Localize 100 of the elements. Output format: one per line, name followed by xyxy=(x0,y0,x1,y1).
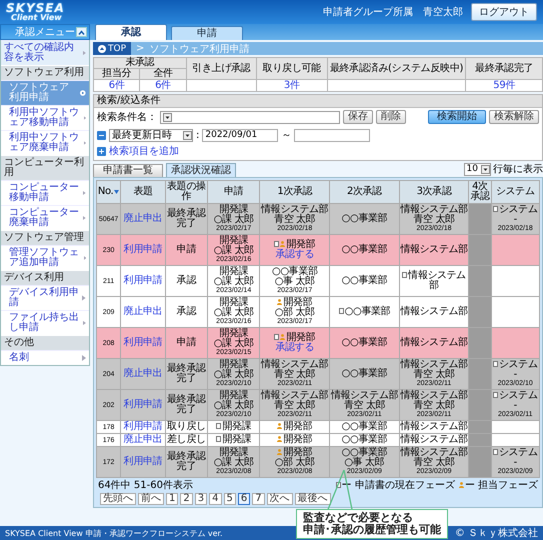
page-button[interactable]: 3 xyxy=(194,492,208,504)
status-text: 差し戻し xyxy=(167,435,206,445)
column-header: 4次承認 xyxy=(469,182,490,202)
menu-item[interactable]: すべての確認内容を表示 xyxy=(1,40,89,65)
approver-name: 青空 太郎 xyxy=(413,370,455,380)
product-name: SKYSEA Client View 申請・承認ワークフローシステム ver. xyxy=(5,528,223,538)
department-name: 開発課 xyxy=(219,359,248,370)
department-name: 情報システム部 xyxy=(400,306,468,317)
top-button[interactable]: TOP xyxy=(93,42,132,55)
approver-name: 青空 太郎 xyxy=(413,458,455,468)
approve-link[interactable]: 承認する xyxy=(276,250,314,260)
department-name: ○○事業部 xyxy=(342,447,388,458)
page-button[interactable]: 6 xyxy=(238,492,250,504)
column-header: システム xyxy=(496,187,534,197)
legend-label: ー 担当フェーズ xyxy=(464,478,538,492)
department-name: 情報システム部 xyxy=(400,447,468,458)
status-text: 最終承認完了 xyxy=(166,209,207,229)
menu-group-heading: その他 xyxy=(1,335,89,350)
approver-name: ○課 太郎 xyxy=(214,401,254,411)
approver-name: 青空 太郎 xyxy=(413,401,455,411)
page-size-label: 行毎に表示 xyxy=(493,162,543,176)
department-name: 情報システム部 xyxy=(400,337,468,348)
menu-group-heading: ソフトウェア利用 xyxy=(1,65,89,80)
add-filter-link[interactable]: 検索項目を追加 xyxy=(109,144,179,158)
column-header: 担当分 xyxy=(94,68,140,80)
approver-name: ○部 太郎 xyxy=(274,458,315,468)
department-name: ○○事業部 xyxy=(342,434,388,445)
column-header: 最終承認済み(システム反映中) xyxy=(327,58,466,80)
save-button[interactable]: 保存 xyxy=(343,110,373,124)
status-text: 申請 xyxy=(176,245,196,255)
copyright: © Ｓｋｙ株式会社 xyxy=(454,526,538,540)
last-page-button[interactable]: 最後へ xyxy=(294,492,331,504)
department-name: 情報システム部 xyxy=(400,204,468,215)
menu-item[interactable]: コンピューター移動申請 xyxy=(1,180,89,205)
search-button[interactable]: 検索開始 xyxy=(428,110,486,124)
status-text: 取り戻し xyxy=(167,422,206,432)
page-size-select[interactable]: 10 xyxy=(464,162,491,176)
first-page-button[interactable]: 先頭へ xyxy=(100,492,136,504)
approver-name: - xyxy=(514,458,517,468)
page-button[interactable]: 2 xyxy=(180,492,193,504)
approver-name: ○課 太郎 xyxy=(214,370,254,380)
filter-field-select[interactable]: 最終更新日時 xyxy=(109,128,193,142)
department-name: ○○事業部 xyxy=(342,421,388,432)
menu-group-heading: コンピューター利用 xyxy=(1,155,89,180)
callout-line: 申請･承認の履歴管理も可能 xyxy=(303,524,441,536)
logo-subtitle: Client View xyxy=(10,14,63,22)
approver-name: ○部 太郎 xyxy=(274,308,315,318)
delete-button[interactable]: 削除 xyxy=(376,110,406,124)
status-text: 承認 xyxy=(176,276,196,286)
tab[interactable]: 申請書一覧 xyxy=(93,164,163,177)
department-name: ○○事業部 xyxy=(342,368,388,379)
department-name: 情報システム部 xyxy=(330,390,398,401)
department-name: ○○事業部 xyxy=(272,266,318,277)
column-header: 最終承認完了 xyxy=(466,58,542,80)
menu-item[interactable]: デバイス利用申請 xyxy=(1,285,89,310)
department-name: ○○事業部 xyxy=(342,213,388,224)
approver-name: 青空 太郎 xyxy=(274,215,316,225)
tab[interactable]: 承認状況確認 xyxy=(166,163,236,177)
column-header: 未承認 xyxy=(94,58,186,68)
approver-name: 青空 太郎 xyxy=(344,401,385,411)
department-name: ○○事業部 xyxy=(344,306,390,317)
department-name: 情報システム部 xyxy=(400,359,468,370)
column-header: 3次承認 xyxy=(416,187,452,197)
department-name: 情報システム部 xyxy=(261,359,328,370)
menu-item[interactable]: 利用中ソフトウェア移動申請 xyxy=(1,105,89,130)
tab[interactable]: 承認 xyxy=(95,24,167,40)
department-name: 開発部 xyxy=(283,447,312,458)
callout-line: 監査などで必要となる xyxy=(303,512,414,524)
department-name: ○○事業部 xyxy=(342,275,388,286)
department-name: 開発課 xyxy=(219,328,248,339)
approver-name: 青空 太郎 xyxy=(274,401,316,411)
user-name: 申請者グループ所属 青空太郎 xyxy=(323,6,463,19)
department-name: 開発課 xyxy=(222,434,252,445)
logo-wordmark: SKYSEA xyxy=(6,2,65,14)
department-name: 情報システム部 xyxy=(400,421,468,432)
page-button[interactable]: 7 xyxy=(252,492,265,504)
page-button[interactable]: 5 xyxy=(224,492,236,504)
clear-search-button[interactable]: 検索解除 xyxy=(489,110,539,124)
menu-group-heading: ソフトウェア管理 xyxy=(1,230,89,245)
approver-name: ○課 太郎 xyxy=(214,339,254,349)
approve-link[interactable]: 承認する xyxy=(276,343,314,353)
approver-name: ○課 太郎 xyxy=(214,277,254,287)
date-from-field[interactable]: 2022/09/01 xyxy=(202,128,278,142)
column-header: 表題 xyxy=(133,187,152,197)
breadcrumb-current: ソフトウェア利用申請 xyxy=(149,42,250,56)
column-header: 全件 xyxy=(140,68,186,80)
tab[interactable]: 申請 xyxy=(171,26,243,40)
page-button[interactable]: 1 xyxy=(166,492,178,504)
department-name: システム xyxy=(499,204,538,215)
department-name: 開発部 xyxy=(286,332,316,343)
menu-item[interactable]: 名刺 xyxy=(1,350,89,365)
field-label: 検索条件名： xyxy=(97,110,157,124)
status-text: 最終承認完了 xyxy=(166,395,207,415)
previous-page-button[interactable]: 前へ xyxy=(138,492,164,504)
logout-button[interactable]: ログアウト xyxy=(471,3,537,21)
next-page-button[interactable]: 次へ xyxy=(266,492,293,504)
department-name: 開発部 xyxy=(283,421,312,432)
range-mark: ～ xyxy=(281,129,292,142)
page-button[interactable]: 4 xyxy=(209,492,222,504)
approver-name: ○事 太郎 xyxy=(344,458,384,468)
